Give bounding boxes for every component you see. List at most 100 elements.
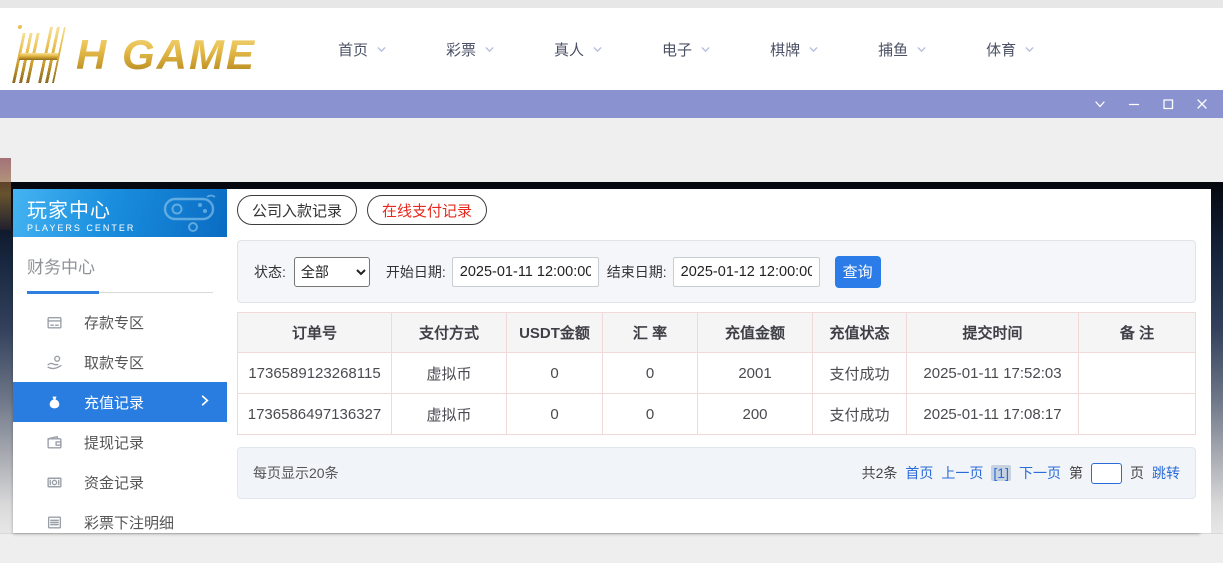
status-label: 状态: bbox=[254, 262, 286, 282]
sidebar-item-funds-records[interactable]: 资金记录 bbox=[13, 462, 227, 502]
sidebar-item-lottery-bet-details[interactable]: 彩票下注明细 bbox=[13, 502, 227, 542]
nav-item-lottery[interactable]: 彩票 bbox=[446, 39, 496, 60]
logo-dots-decoration bbox=[18, 25, 23, 29]
banknote-icon bbox=[46, 474, 63, 491]
cell-pay-method: 虚拟币 bbox=[392, 353, 507, 394]
window-close-button[interactable] bbox=[1189, 92, 1215, 116]
column-header-usdt-amount: USDT金额 bbox=[507, 313, 603, 353]
table-row: 1736589123268115虚拟币002001支付成功2025-01-11 … bbox=[238, 353, 1196, 394]
sidebar-item-cashout-records[interactable]: 提现记录 bbox=[13, 422, 227, 462]
section-title: 财务中心 bbox=[27, 253, 213, 278]
table-header-row: 订单号支付方式USDT金额汇 率充值金额充值状态提交时间备 注 bbox=[238, 313, 1196, 353]
nav-item-home[interactable]: 首页 bbox=[338, 39, 388, 60]
chevron-down-icon bbox=[483, 43, 496, 56]
sidebar-header: 玩家中心 PLAYERS CENTER bbox=[13, 189, 227, 237]
sidebar-item-recharge-records[interactable]: 充值记录 bbox=[13, 382, 227, 422]
cell-usdt-amount: 0 bbox=[507, 353, 603, 394]
list-icon bbox=[46, 514, 63, 531]
table-row: 1736586497136327虚拟币00200支付成功2025-01-11 1… bbox=[238, 394, 1196, 435]
card-icon bbox=[46, 314, 63, 331]
jump-button[interactable]: 跳转 bbox=[1152, 463, 1180, 483]
prev-page-link[interactable]: 上一页 bbox=[941, 463, 983, 483]
tab-company-deposit[interactable]: 公司入款记录 bbox=[237, 195, 357, 225]
window-titlebar bbox=[0, 90, 1223, 118]
wallet-icon bbox=[46, 434, 63, 451]
close-icon bbox=[1194, 96, 1210, 112]
maximize-icon bbox=[1160, 96, 1176, 112]
start-date-label: 开始日期: bbox=[386, 262, 446, 282]
next-page-link[interactable]: 下一页 bbox=[1019, 463, 1061, 483]
column-header-status: 充值状态 bbox=[813, 313, 907, 353]
handcoin-icon bbox=[46, 354, 63, 371]
nav-item-label: 彩票 bbox=[446, 39, 476, 60]
pagination-controls: 共2条 首页 上一页 [1] 下一页 第 页 跳转 bbox=[862, 463, 1180, 484]
sidebar-menu: 存款专区取款专区充值记录提现记录资金记录彩票下注明细 bbox=[13, 302, 227, 542]
start-date-input[interactable] bbox=[452, 257, 599, 287]
cell-remark bbox=[1079, 353, 1196, 394]
sidebar-item-deposit-zone[interactable]: 存款专区 bbox=[13, 302, 227, 342]
window-chevron-button[interactable] bbox=[1087, 92, 1113, 116]
chevron-down-icon bbox=[1023, 43, 1036, 56]
sidebar-item-withdraw-zone[interactable]: 取款专区 bbox=[13, 342, 227, 382]
column-header-order-no: 订单号 bbox=[238, 313, 392, 353]
logo-text: H GAME bbox=[76, 25, 256, 85]
content-wrapper: 玩家中心 PLAYERS CENTER 财务中心 bbox=[13, 189, 1200, 533]
cell-order-no: 1736586497136327 bbox=[238, 394, 392, 435]
sidebar-item-label: 资金记录 bbox=[84, 472, 144, 493]
nav-item-chess[interactable]: 棋牌 bbox=[770, 39, 820, 60]
end-date-input[interactable] bbox=[673, 257, 820, 287]
gray-band bbox=[0, 118, 1223, 182]
nav-item-label: 首页 bbox=[338, 39, 368, 60]
cell-submit-time: 2025-01-11 17:52:03 bbox=[907, 353, 1079, 394]
logo-crossbar bbox=[19, 53, 58, 60]
page-size-text: 每页显示20条 bbox=[253, 463, 339, 483]
chevron-down-icon bbox=[699, 43, 712, 56]
cell-status: 支付成功 bbox=[813, 394, 907, 435]
nav-item-fishing[interactable]: 捕鱼 bbox=[878, 39, 928, 60]
status-select[interactable]: 全部 bbox=[294, 257, 370, 287]
cell-order-no: 1736589123268115 bbox=[238, 353, 392, 394]
records-table: 订单号支付方式USDT金额汇 率充值金额充值状态提交时间备 注 17365891… bbox=[237, 312, 1196, 435]
main-nav: 首页 彩票 真人 电子 棋牌 捕鱼 体育 bbox=[338, 39, 1036, 60]
sidebar-item-label: 彩票下注明细 bbox=[84, 512, 174, 533]
content-background: 玩家中心 PLAYERS CENTER 财务中心 bbox=[0, 182, 1223, 533]
tab-online-payment[interactable]: 在线支付记录 bbox=[367, 195, 487, 225]
chevron-down-icon bbox=[807, 43, 820, 56]
top-strip bbox=[0, 0, 1223, 8]
nav-item-live[interactable]: 真人 bbox=[554, 39, 604, 60]
logo-mark-icon bbox=[4, 25, 81, 85]
cell-pay-method: 虚拟币 bbox=[392, 394, 507, 435]
nav-item-label: 捕鱼 bbox=[878, 39, 908, 60]
handcoin-icon bbox=[46, 354, 63, 371]
query-button[interactable]: 查询 bbox=[835, 256, 881, 288]
sidebar: 玩家中心 PLAYERS CENTER 财务中心 bbox=[13, 189, 227, 533]
column-header-submit-time: 提交时间 bbox=[907, 313, 1079, 353]
page-jump-input[interactable] bbox=[1091, 463, 1122, 484]
chevron-down-icon bbox=[915, 43, 928, 56]
column-header-rate: 汇 率 bbox=[603, 313, 698, 353]
logo[interactable]: H GAME bbox=[10, 13, 290, 85]
cell-amount: 200 bbox=[698, 394, 813, 435]
current-page-indicator[interactable]: [1] bbox=[991, 465, 1011, 481]
jump-prefix-label: 第 bbox=[1069, 463, 1083, 483]
first-page-link[interactable]: 首页 bbox=[905, 463, 933, 483]
cell-amount: 2001 bbox=[698, 353, 813, 394]
nav-item-electronic[interactable]: 电子 bbox=[662, 39, 712, 60]
list-icon bbox=[46, 514, 63, 531]
nav-item-label: 体育 bbox=[986, 39, 1016, 60]
cell-usdt-amount: 0 bbox=[507, 394, 603, 435]
window-minimize-button[interactable] bbox=[1121, 92, 1147, 116]
sidebar-item-label: 取款专区 bbox=[84, 352, 144, 373]
sidebar-section-finance: 财务中心 bbox=[13, 237, 227, 294]
filter-bar: 状态: 全部 开始日期: 结束日期: 查询 bbox=[237, 240, 1196, 303]
cell-submit-time: 2025-01-11 17:08:17 bbox=[907, 394, 1079, 435]
window-maximize-button[interactable] bbox=[1155, 92, 1181, 116]
sidebar-item-label: 存款专区 bbox=[84, 312, 144, 333]
cell-status: 支付成功 bbox=[813, 353, 907, 394]
page: H GAME 首页 彩票 真人 电子 棋牌 捕鱼 体育 玩家中心 PLAYERS CENTE… bbox=[0, 0, 1223, 563]
nav-item-sports[interactable]: 体育 bbox=[986, 39, 1036, 60]
nav-item-label: 棋牌 bbox=[770, 39, 800, 60]
column-header-remark: 备 注 bbox=[1079, 313, 1196, 353]
total-count-text: 共2条 bbox=[862, 463, 898, 483]
chevron-right-icon bbox=[197, 393, 212, 412]
